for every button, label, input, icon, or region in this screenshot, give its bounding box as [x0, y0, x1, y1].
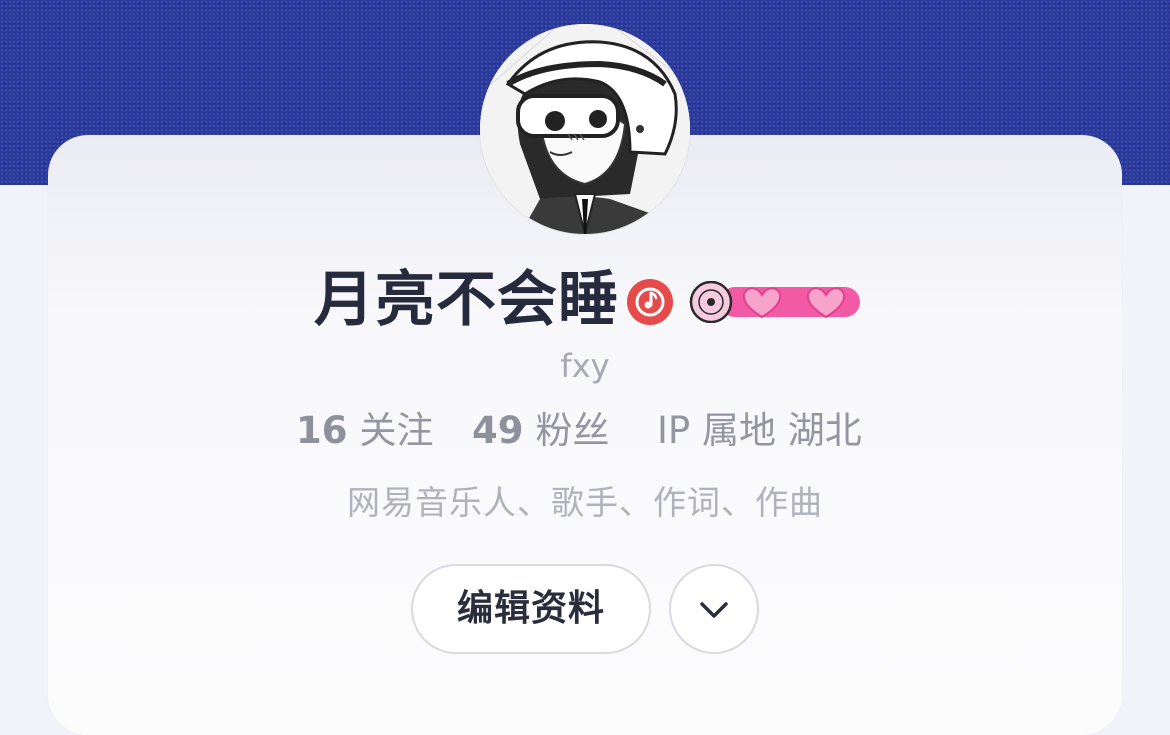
following-stat[interactable]: 16 关注 — [296, 406, 434, 456]
fans-label: 粉丝 — [535, 409, 610, 452]
name-row: 月亮不会睡 — [0, 262, 1170, 338]
edit-profile-button[interactable]: 编辑资料 — [411, 564, 651, 654]
vinyl-hearts-icon[interactable] — [686, 281, 862, 323]
ip-label: IP 属地 — [657, 409, 776, 452]
avatar[interactable] — [480, 24, 690, 234]
more-options-button[interactable] — [669, 564, 759, 654]
username: 月亮不会睡 — [314, 265, 619, 335]
profile-bio: 网易音乐人、歌手、作词、作曲 — [347, 483, 823, 522]
fans-count: 49 — [472, 409, 524, 452]
ip-location: 湖北 — [787, 409, 862, 452]
chevron-down-icon — [700, 602, 728, 618]
following-label: 关注 — [359, 409, 434, 452]
music-note-icon[interactable] — [627, 279, 673, 325]
stats-row: 16 关注 49 粉丝 IP 属地 湖北 — [0, 406, 1170, 456]
ip-location-stat: IP 属地 湖北 — [657, 406, 862, 456]
following-count: 16 — [296, 409, 348, 452]
user-handle: fxy — [560, 347, 610, 385]
fans-stat[interactable]: 49 粉丝 — [472, 406, 610, 456]
